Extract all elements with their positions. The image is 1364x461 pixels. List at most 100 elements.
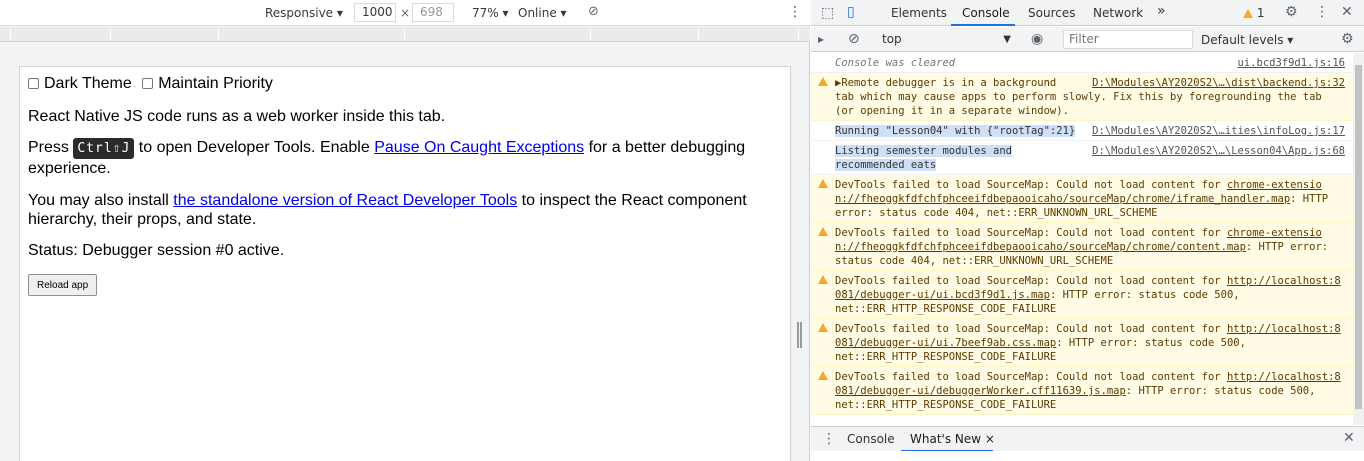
status-text: Status: Debugger session #0 active.: [28, 242, 285, 259]
device-viewport-pane: Responsive ▾ 1000 × 698 77% ▾ Online ▾ ⊘…: [0, 0, 810, 461]
message-text: DevTools failed to load SourceMap: Could…: [835, 371, 1227, 383]
source-link[interactable]: ui.bcd3f9d1.js:16: [1238, 56, 1345, 70]
zoom-label: 77%: [472, 6, 499, 20]
zoom-select[interactable]: 77% ▾: [472, 6, 509, 20]
console-warning-row[interactable]: D:\Modules\AY2020S2\…\dist\backend.js:32…: [811, 73, 1353, 121]
close-devtools-icon[interactable]: ✕: [1341, 5, 1353, 19]
media-query-ruler[interactable]: [0, 27, 810, 42]
warning-icon: [818, 323, 828, 332]
clear-console-icon[interactable]: ⊘: [848, 32, 860, 46]
console-messages[interactable]: ui.bcd3f9d1.js:16 Console was cleared D:\M…: [811, 53, 1353, 425]
dark-theme-label: Dark Theme: [44, 75, 132, 92]
rn-debugger-page: Dark Theme Maintain Priority React Nativ…: [19, 66, 791, 461]
drawer-menu-icon[interactable]: ⋮: [822, 432, 836, 446]
console-warning-row[interactable]: DevTools failed to load SourceMap: Could…: [811, 271, 1353, 319]
devtools-menu-icon[interactable]: ⋮: [1315, 5, 1329, 19]
throttle-label: Online: [518, 6, 557, 20]
close-tab-icon[interactable]: ×: [985, 432, 995, 446]
console-settings-icon[interactable]: ⚙: [1341, 32, 1354, 46]
shortcut-kbd: Ctrl⇧J: [73, 138, 135, 159]
warning-count: 1: [1256, 6, 1265, 20]
press-instructions: Press Ctrl⇧J to open Developer Tools. En…: [28, 138, 788, 178]
settings-gear-icon[interactable]: ⚙: [1285, 5, 1298, 19]
drawer-tab-whats-new[interactable]: What's New ×: [910, 432, 995, 446]
console-filter-input[interactable]: Filter: [1063, 30, 1193, 49]
console-warning-row[interactable]: DevTools failed to load SourceMap: Could…: [811, 367, 1353, 415]
message-text: Console was cleared: [835, 57, 956, 69]
close-drawer-icon[interactable]: ✕: [1343, 431, 1355, 445]
message-text: DevTools failed to load SourceMap: Could…: [835, 275, 1227, 287]
maintain-priority-label: Maintain Priority: [158, 75, 273, 92]
log-levels-label: Default levels: [1201, 33, 1284, 47]
dimension-separator: ×: [400, 6, 411, 20]
source-link[interactable]: D:\Modules\AY2020S2\…\dist\backend.js:32: [1092, 76, 1345, 90]
install-before-text: You may also install: [28, 192, 169, 209]
message-text: Listing semester modules and recommended…: [835, 145, 1013, 171]
maintain-priority-checkbox[interactable]: [142, 78, 154, 90]
context-label: top: [882, 32, 902, 46]
source-link[interactable]: D:\Modules\AY2020S2\…ities\infoLog.js:17: [1092, 124, 1345, 138]
tab-network[interactable]: Network: [1093, 6, 1143, 20]
devtools-panel: ⬚ ▯ Elements Console Sources Network » 1…: [811, 0, 1364, 461]
console-log-row[interactable]: D:\Modules\AY2020S2\…\Lesson04\App.js:68…: [811, 141, 1353, 175]
whats-new-label: What's New: [910, 432, 982, 446]
devtools-tabbar: ⬚ ▯ Elements Console Sources Network » 1…: [811, 0, 1364, 26]
drawer-content: [811, 451, 1364, 461]
warning-counter[interactable]: 1: [1243, 6, 1264, 20]
warning-icon: [1243, 9, 1253, 18]
reload-app-button[interactable]: Reload app: [28, 274, 98, 296]
more-options-icon[interactable]: ⋮: [788, 4, 802, 20]
warning-icon: [818, 371, 828, 380]
message-text: DevTools failed to load SourceMap: Could…: [835, 323, 1227, 335]
press-after-text: to open Developer Tools. Enable: [138, 139, 370, 156]
tab-sources[interactable]: Sources: [1028, 6, 1075, 20]
warning-icon: [818, 179, 828, 188]
console-log-row[interactable]: D:\Modules\AY2020S2\…ities\infoLog.js:17…: [811, 121, 1353, 141]
message-text: DevTools failed to load SourceMap: Could…: [835, 179, 1227, 191]
throttle-select[interactable]: Online ▾: [518, 6, 567, 20]
inspect-element-icon[interactable]: ⬚: [821, 6, 834, 20]
source-link[interactable]: D:\Modules\AY2020S2\…\Lesson04\App.js:68: [1092, 144, 1345, 158]
install-instructions: You may also install the standalone vers…: [28, 191, 788, 229]
console-warning-row[interactable]: DevTools failed to load SourceMap: Could…: [811, 319, 1353, 367]
worker-info-text: React Native JS code runs as a web worke…: [28, 108, 446, 125]
console-toolbar: ▸ ⊘ top ▼ ◉ Filter Default levels ▾ ⚙: [811, 27, 1364, 52]
drawer-tab-console[interactable]: Console: [847, 432, 895, 446]
device-toggle-icon[interactable]: ▯: [847, 5, 855, 19]
press-text: Press: [28, 139, 69, 156]
message-text: DevTools failed to load SourceMap: Could…: [835, 227, 1227, 239]
show-sidebar-icon[interactable]: ▸: [818, 32, 824, 46]
tab-elements[interactable]: Elements: [891, 6, 947, 20]
options-row: Dark Theme Maintain Priority: [28, 74, 273, 93]
scrollbar-thumb[interactable]: [1355, 65, 1362, 409]
context-select[interactable]: top ▼: [877, 30, 1015, 49]
device-select[interactable]: Responsive ▾: [265, 6, 343, 20]
device-toolbar: Responsive ▾ 1000 × 698 77% ▾ Online ▾ ⊘…: [0, 0, 810, 26]
log-levels-select[interactable]: Default levels ▾: [1201, 33, 1293, 47]
warning-icon: [818, 227, 828, 236]
devtools-drawer-tabbar: ⋮ Console What's New × ✕: [811, 426, 1364, 452]
message-text: Running "Lesson04" with {"rootTag":21}: [835, 125, 1076, 137]
height-input[interactable]: 698: [412, 3, 454, 22]
device-label: Responsive: [265, 6, 334, 20]
dark-theme-checkbox[interactable]: [28, 78, 39, 90]
warning-icon: [818, 77, 828, 86]
pause-on-exceptions-link[interactable]: Pause On Caught Exceptions: [374, 139, 584, 156]
rotate-icon[interactable]: ⊘: [588, 4, 599, 19]
console-scrollbar[interactable]: [1353, 53, 1364, 425]
react-devtools-link[interactable]: the standalone version of React Develope…: [173, 192, 517, 209]
width-input[interactable]: 1000: [354, 3, 396, 22]
live-expression-eye-icon[interactable]: ◉: [1031, 32, 1043, 46]
more-tabs-icon[interactable]: »: [1157, 3, 1166, 19]
tab-console[interactable]: Console: [962, 6, 1010, 20]
press-end2-text: experience.: [28, 160, 111, 177]
console-warning-row[interactable]: DevTools failed to load SourceMap: Could…: [811, 223, 1353, 271]
install-after2-text: hierarchy, their props, and state.: [28, 211, 257, 228]
press-end-text: for a better debugging: [588, 139, 746, 156]
console-warning-row[interactable]: DevTools failed to load SourceMap: Could…: [811, 175, 1353, 223]
selected-tab-indicator: [951, 24, 1015, 26]
console-cleared-row[interactable]: ui.bcd3f9d1.js:16 Console was cleared: [811, 53, 1353, 73]
resize-handle[interactable]: [797, 322, 802, 348]
install-after-text: to inspect the React component: [521, 192, 747, 209]
context-dropdown-arrow: ▼: [1003, 34, 1011, 45]
